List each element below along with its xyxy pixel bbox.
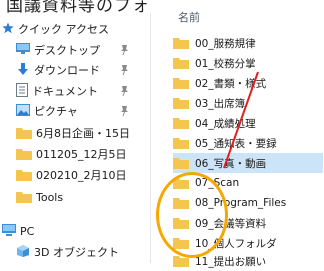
nav-item-label: ピクチャ — [34, 105, 78, 118]
folder-icon — [173, 157, 189, 169]
pin-icon[interactable] — [120, 44, 130, 56]
nav-item-label: 3D オブジェクト — [34, 246, 119, 259]
nav-item-label: デスクトップ — [34, 44, 100, 57]
nav-item-label: 020210_2月10日 — [36, 169, 127, 182]
folder-icon — [16, 191, 32, 203]
3d-objects-icon — [16, 244, 30, 261]
nav-item-label: 6月8日企画・15日 — [36, 127, 130, 140]
nav-item-label: 011205_12月5日 — [36, 148, 127, 161]
nav-item-label: PC — [20, 224, 35, 238]
folder-icon — [173, 117, 189, 129]
navigation-pane: クイック アクセス デスクトップ ダウンロード ドキュメント ピクチャ 6月8日… — [0, 13, 150, 263]
star-icon — [2, 22, 14, 37]
folder-icon — [16, 148, 32, 160]
column-header-name[interactable]: 名前 — [178, 9, 200, 25]
folder-icon — [173, 97, 189, 109]
nav-item-folder-011205[interactable]: 011205_12月5日 — [0, 144, 150, 164]
pin-icon[interactable] — [120, 85, 130, 97]
nav-item-desktop[interactable]: デスクトップ — [0, 40, 150, 60]
nav-item-documents[interactable]: ドキュメント — [0, 81, 150, 101]
nav-item-3d-objects[interactable]: 3D オブジェクト — [0, 242, 150, 262]
cropped-title-text: 国議資料等のフォ — [6, 0, 150, 13]
file-row[interactable]: 00_服務規律 — [173, 33, 323, 53]
pin-icon[interactable] — [120, 64, 130, 76]
folder-icon — [16, 127, 32, 139]
annotation-arrow-line — [223, 71, 259, 169]
folder-icon — [16, 169, 32, 181]
cropped-header-strip: 国議資料等のフォ — [0, 0, 324, 13]
nav-item-folder-tools[interactable]: Tools — [0, 187, 150, 207]
folder-icon — [173, 37, 189, 49]
folder-icon — [173, 57, 189, 69]
pc-icon — [2, 223, 16, 239]
pin-icon[interactable] — [120, 105, 130, 117]
folder-icon — [173, 77, 189, 89]
file-name: 01_校務分掌 — [195, 57, 256, 70]
file-name: 11_提出お願い — [195, 255, 267, 268]
nav-item-downloads[interactable]: ダウンロード — [0, 60, 150, 80]
highlight-circle — [156, 172, 228, 258]
nav-item-pc[interactable]: PC — [0, 221, 150, 241]
nav-item-quick-access[interactable]: クイック アクセス — [0, 19, 150, 39]
nav-item-label: ドキュメント — [32, 85, 98, 98]
nav-item-folder-6gatsu[interactable]: 6月8日企画・15日 — [0, 123, 150, 143]
nav-item-label: Tools — [36, 190, 64, 204]
pictures-icon — [16, 103, 30, 119]
nav-item-label: ダウンロード — [34, 64, 100, 77]
nav-item-pictures[interactable]: ピクチャ — [0, 101, 150, 121]
folder-icon — [173, 137, 189, 149]
download-arrow-icon — [16, 62, 30, 79]
documents-icon — [16, 82, 28, 100]
nav-item-folder-020210[interactable]: 020210_2月10日 — [0, 165, 150, 185]
desktop-folder-icon — [16, 43, 30, 57]
nav-item-label: クイック アクセス — [18, 23, 109, 36]
file-name: 00_服務規律 — [195, 37, 256, 50]
